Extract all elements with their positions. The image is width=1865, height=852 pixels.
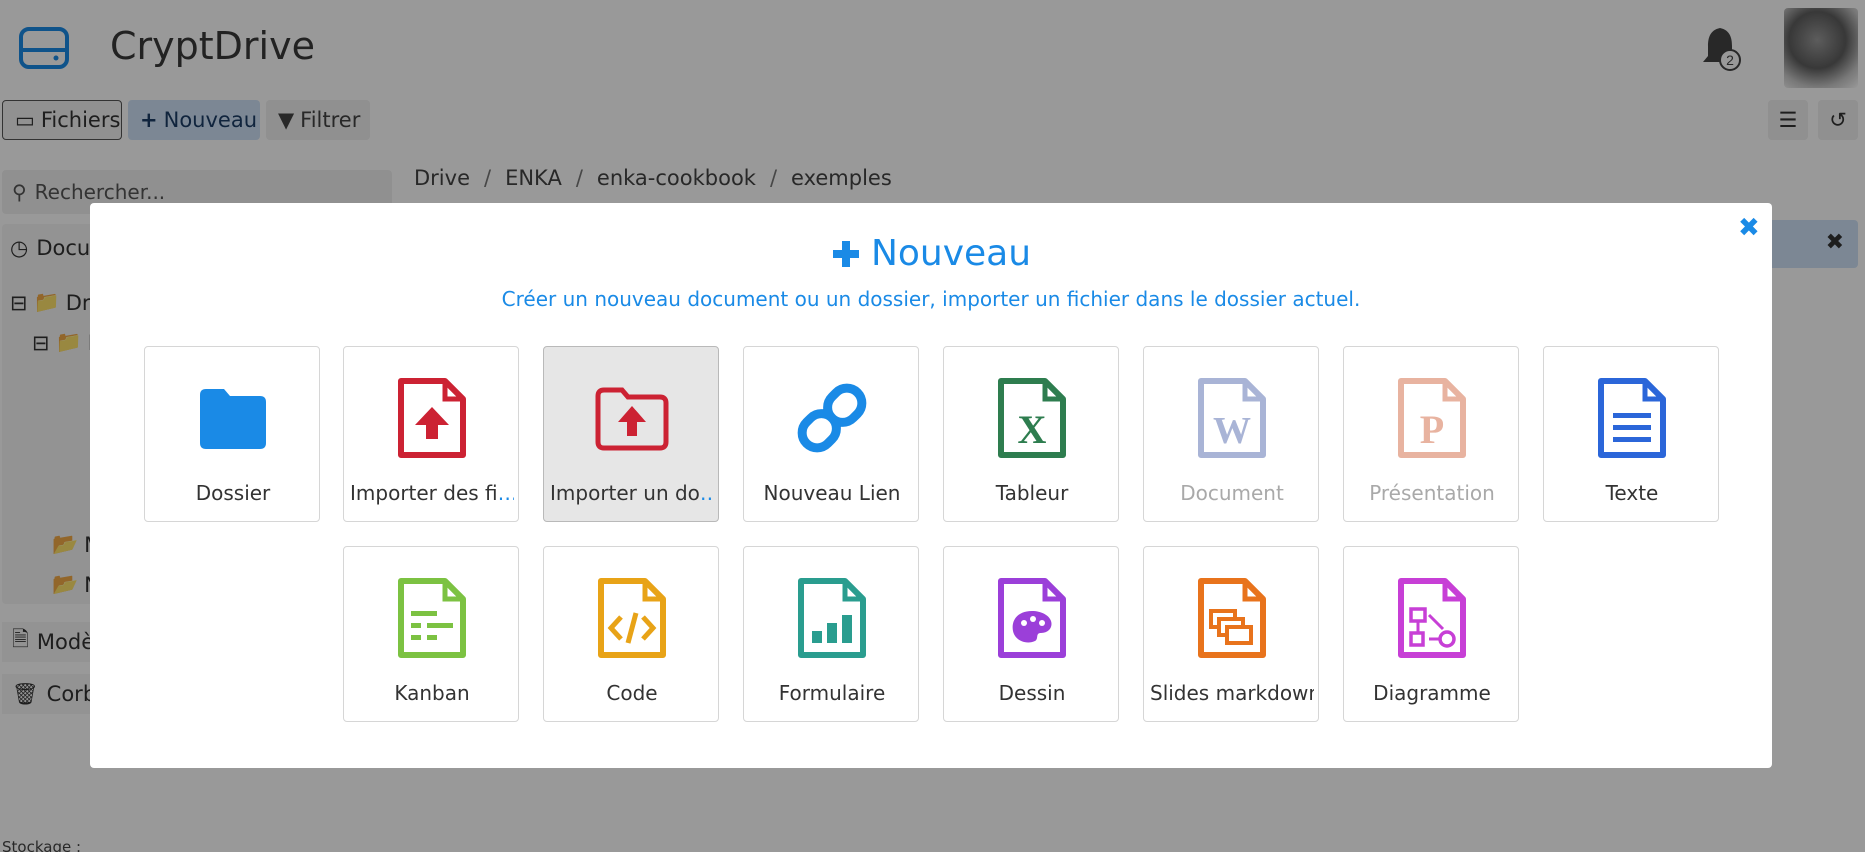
drawing-icon (998, 578, 1066, 658)
kanban-tile[interactable]: Kanban (343, 546, 519, 722)
tile-label: Présentation (1369, 481, 1495, 505)
spreadsheet-icon: X (998, 378, 1066, 458)
kanban-icon (398, 578, 466, 658)
new-folder-tile[interactable]: Dossier (144, 346, 320, 522)
tile-label: Importer un do… (550, 481, 714, 505)
import-folder-tile[interactable]: Importer un do… (543, 346, 719, 522)
word-document-icon: W (1198, 378, 1266, 458)
form-tile[interactable]: Formulaire (743, 546, 919, 722)
tile-label: Document (1180, 481, 1284, 505)
tile-label: Code (606, 681, 658, 705)
spreadsheet-tile[interactable]: X Tableur (943, 346, 1119, 522)
new-link-tile[interactable]: Nouveau Lien (743, 346, 919, 522)
slides-markdown-tile[interactable]: Slides markdown (1143, 546, 1319, 722)
tile-label: Nouveau Lien (763, 481, 901, 505)
folder-icon (200, 389, 266, 449)
diagram-icon (1398, 578, 1466, 658)
tile-label: Texte (1605, 481, 1659, 505)
diagram-tile[interactable]: Diagramme (1343, 546, 1519, 722)
tile-label: Dessin (998, 681, 1066, 705)
tile-label: Tableur (995, 481, 1069, 505)
tile-label: Importer des fi… (350, 481, 514, 505)
plus-icon (832, 240, 859, 267)
tile-label: Dossier (195, 481, 271, 505)
drawing-tile[interactable]: Dessin (943, 546, 1119, 722)
svg-text:X: X (1018, 407, 1047, 452)
text-tile[interactable]: Texte (1543, 346, 1719, 522)
folder-upload-icon (595, 387, 669, 451)
form-icon (798, 578, 866, 658)
import-files-tile[interactable]: Importer des fi… (343, 346, 519, 522)
new-item-dialog: ✖ Nouveau Créer un nouveau document ou u… (90, 203, 1772, 768)
tile-label: Diagramme (1373, 681, 1491, 705)
code-icon (598, 578, 666, 658)
tile-label: Slides markdown (1150, 681, 1314, 705)
code-tile[interactable]: Code (543, 546, 719, 722)
dialog-subtitle: Créer un nouveau document ou un dossier,… (501, 287, 1361, 311)
document-tile[interactable]: W Document (1143, 346, 1319, 522)
svg-text:W: W (1213, 410, 1251, 452)
dialog-title-text: Nouveau (870, 233, 1032, 274)
file-upload-icon (398, 378, 466, 458)
slides-icon (1198, 578, 1266, 658)
link-icon (797, 383, 867, 453)
text-document-icon (1598, 378, 1666, 458)
tile-label: Kanban (394, 681, 470, 705)
presentation-tile[interactable]: P Présentation (1343, 346, 1519, 522)
dialog-title: Nouveau (90, 233, 1772, 274)
svg-text:P: P (1420, 407, 1444, 452)
presentation-icon: P (1398, 378, 1466, 458)
tile-label: Formulaire (778, 681, 886, 705)
